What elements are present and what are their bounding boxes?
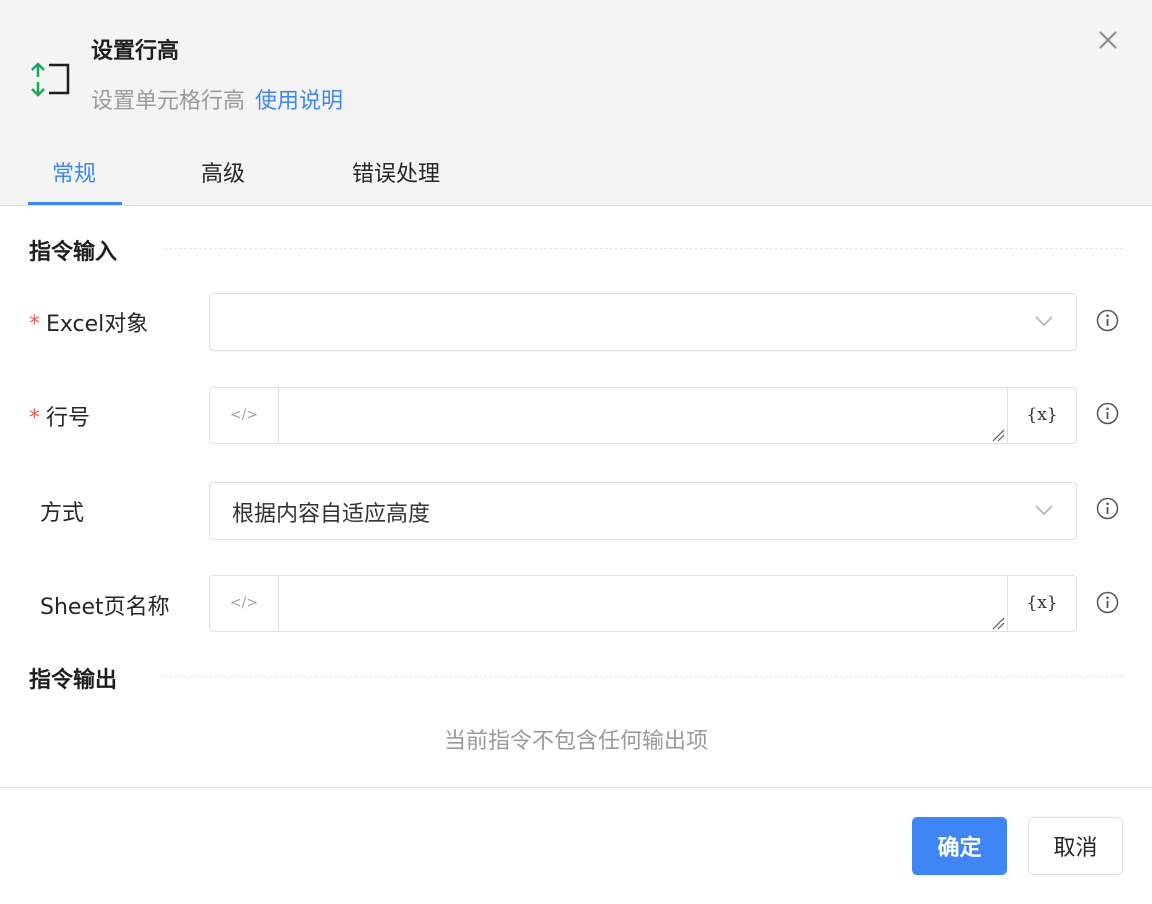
required-mark: *	[29, 312, 40, 337]
active-tab-indicator	[28, 202, 122, 205]
sheet-name-info-icon[interactable]	[1096, 591, 1119, 614]
chevron-down-icon	[1035, 316, 1053, 327]
row-number-info-icon[interactable]	[1096, 402, 1119, 425]
excel-object-info-icon[interactable]	[1096, 309, 1119, 332]
set-row-height-dialog: 设置行高 设置单元格行高 使用说明 常规 高级 错误处理 指令输入 * Excel对…	[0, 0, 1152, 904]
sheet-name-field: </> {x}	[209, 575, 1077, 632]
resize-grip-icon[interactable]	[991, 616, 1005, 630]
mode-select[interactable]: 根据内容自适应高度	[209, 482, 1077, 540]
output-section-title: 指令输出	[29, 668, 118, 693]
row-number-field: </> {x}	[209, 387, 1077, 444]
tab-general[interactable]: 常规	[52, 156, 96, 188]
mode-info-icon[interactable]	[1096, 497, 1119, 520]
dialog-subtitle: 设置单元格行高 使用说明	[91, 83, 343, 115]
excel-object-label-text: Excel对象	[46, 312, 149, 337]
input-section-title: 指令输入	[29, 240, 118, 265]
empty-output-message: 当前指令不包含任何输出项	[443, 729, 708, 754]
mode-label: 方式	[40, 501, 85, 526]
cancel-button[interactable]: 取消	[1028, 817, 1123, 875]
row-number-input[interactable]	[280, 388, 1007, 443]
sheet-name-input[interactable]	[280, 576, 1007, 631]
insert-variable-button[interactable]: {x}	[1007, 388, 1076, 443]
subtitle-text: 设置单元格行高	[91, 89, 246, 114]
confirm-button[interactable]: 确定	[912, 817, 1007, 875]
row-number-label: * 行号	[29, 400, 90, 432]
output-section-divider	[164, 676, 1123, 677]
dialog-title: 设置行高	[91, 39, 180, 64]
mode-value: 根据内容自适应高度	[232, 502, 431, 527]
close-icon[interactable]	[1094, 26, 1122, 54]
excel-object-select[interactable]	[209, 293, 1077, 351]
tab-error-handling[interactable]: 错误处理	[352, 156, 440, 188]
code-mode-icon[interactable]: </>	[210, 576, 279, 631]
input-section-divider	[164, 248, 1123, 249]
resize-grip-icon[interactable]	[991, 428, 1005, 442]
footer-divider	[0, 787, 1152, 788]
code-mode-icon[interactable]: </>	[210, 388, 279, 443]
help-link[interactable]: 使用说明	[255, 89, 343, 114]
tab-advanced[interactable]: 高级	[201, 156, 245, 188]
required-mark: *	[29, 406, 40, 431]
insert-variable-button[interactable]: {x}	[1007, 576, 1076, 631]
sheet-name-label: Sheet页名称	[40, 595, 170, 620]
chevron-down-icon	[1035, 505, 1053, 516]
excel-object-label: * Excel对象	[29, 306, 148, 338]
row-number-label-text: 行号	[46, 406, 91, 431]
row-height-icon	[31, 62, 70, 97]
dialog-header: 设置行高 设置单元格行高 使用说明 常规 高级 错误处理	[0, 0, 1152, 206]
